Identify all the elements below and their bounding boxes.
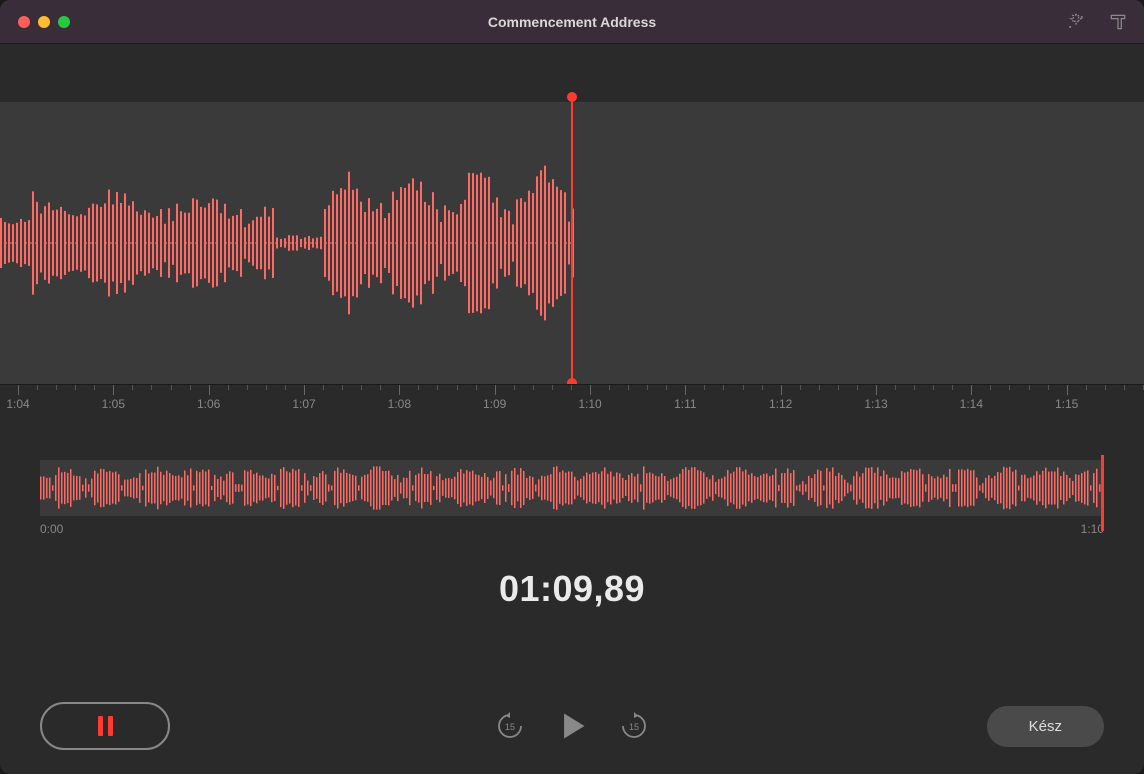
done-button[interactable]: Kész (987, 706, 1104, 747)
overview-waveform-graphic (40, 460, 1104, 516)
toolbar-right (1066, 12, 1128, 32)
pause-icon (98, 716, 113, 736)
overview-waveform-track[interactable] (40, 460, 1104, 516)
waveform-graphic (0, 102, 575, 384)
current-time-display: 01:09,89 (0, 568, 1144, 610)
overview-start-time: 0:00 (40, 522, 63, 536)
ruler-tick-label: 1:10 (578, 397, 601, 411)
window-controls (0, 16, 70, 28)
overview-section: 0:00 1:10 (0, 420, 1144, 536)
svg-text:15: 15 (505, 722, 515, 732)
timeline-ruler[interactable]: 1:04 1:05 1:06 1:07 1:08 1:09 1:10 1:11 1:12 1:13… (0, 384, 1144, 420)
skip-forward-button[interactable]: 15 (619, 711, 649, 741)
ruler-tick-label: 1:15 (1055, 397, 1078, 411)
ruler-tick-label: 1:06 (197, 397, 220, 411)
window-title: Commencement Address (0, 14, 1144, 30)
svg-text:15: 15 (629, 722, 639, 732)
titlebar: Commencement Address (0, 0, 1144, 44)
skip-back-button[interactable]: 15 (495, 711, 525, 741)
overview-playhead[interactable] (1101, 455, 1104, 531)
ruler-tick-label: 1:13 (864, 397, 887, 411)
close-window-button[interactable] (18, 16, 30, 28)
waveform-main-area[interactable] (0, 44, 1144, 384)
ruler-tick-label: 1:05 (102, 397, 125, 411)
app-window: Commencement Address 1:041:051:061:071:0… (0, 0, 1144, 774)
trim-icon[interactable] (1108, 12, 1128, 32)
ruler-tick-label: 1:09 (483, 397, 506, 411)
minimize-window-button[interactable] (38, 16, 50, 28)
ruler-tick-label: 1:14 (960, 397, 983, 411)
playhead[interactable] (571, 96, 573, 384)
ruler-tick-label: 1:07 (292, 397, 315, 411)
overview-time-labels: 0:00 1:10 (40, 522, 1104, 536)
ruler-tick-label: 1:12 (769, 397, 792, 411)
ruler-tick-label: 1:04 (6, 397, 29, 411)
play-button[interactable] (555, 709, 589, 743)
enhance-icon[interactable] (1066, 12, 1086, 32)
ruler-tick-label: 1:08 (388, 397, 411, 411)
center-controls: 15 15 (495, 709, 649, 743)
playback-controls: 15 15 Kész (0, 702, 1144, 750)
record-pause-button[interactable] (40, 702, 170, 750)
ruler-tick-label: 1:11 (674, 397, 696, 411)
maximize-window-button[interactable] (58, 16, 70, 28)
